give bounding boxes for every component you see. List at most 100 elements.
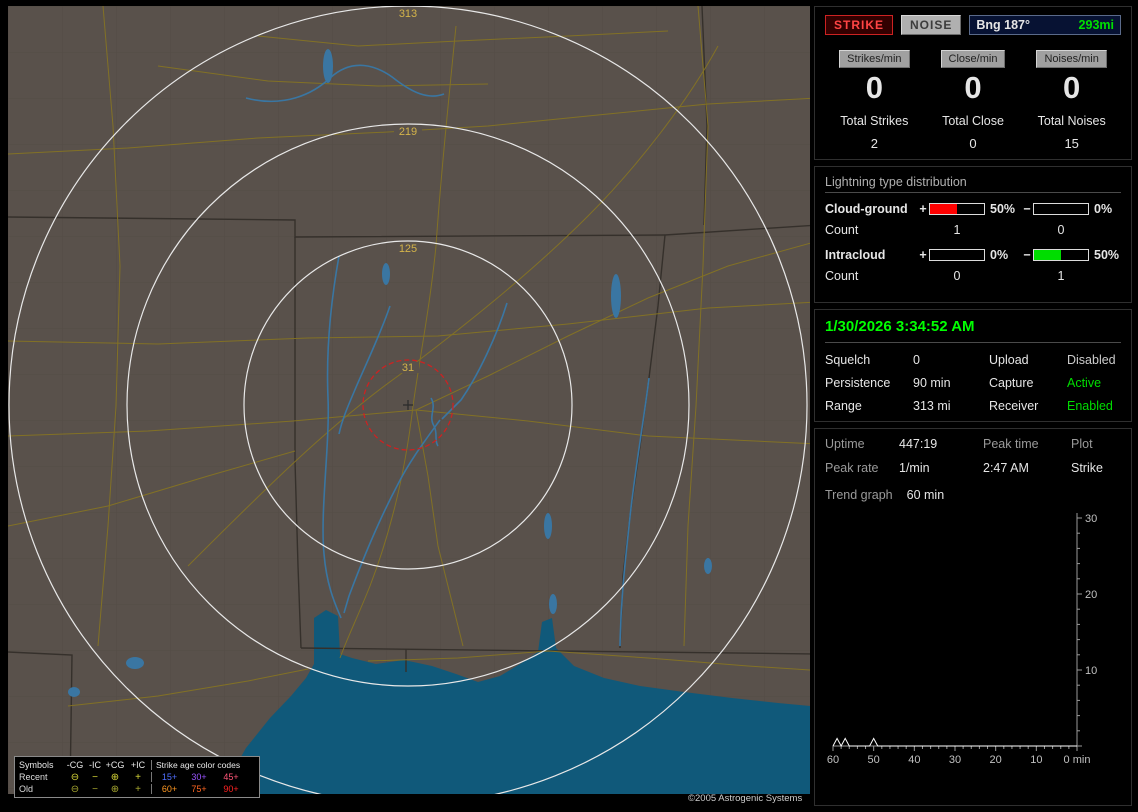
total-noises-value: 15 (1064, 135, 1079, 151)
age-badge-90: 90+ (223, 784, 239, 794)
age-badge-45: 45+ (223, 772, 239, 782)
status-panel: STRIKE NOISE Bng 187° 293mi Strikes/min … (814, 6, 1132, 806)
cloud-ground-label: Cloud-ground (825, 201, 908, 216)
squelch-label: Squelch (825, 352, 871, 367)
legend-col-neg-cg: -CG (66, 760, 84, 770)
ring-label-125: 125 (399, 243, 417, 255)
intracloud-neg-bar (1033, 248, 1089, 261)
total-close-value: 0 (969, 135, 977, 151)
legend-symbols-title: Symbols (19, 760, 54, 770)
legend-age-title: Strike age color codes (151, 760, 247, 770)
age-badge-75: 75+ (191, 784, 207, 794)
legend-col-pos-cg: +CG (105, 760, 125, 770)
svg-text:60: 60 (827, 754, 839, 766)
plus-sign: + (919, 247, 927, 262)
persistence-label: Persistence (825, 375, 891, 390)
strikes-per-min-button[interactable]: Strikes/min (839, 50, 910, 68)
svg-text:20: 20 (1085, 589, 1097, 601)
close-per-min-button[interactable]: Close/min (940, 50, 1006, 68)
intracloud-pos-pct: 0% (990, 247, 1009, 262)
pos-ic-recent-icon: + (135, 771, 141, 783)
squelch-value: 0 (913, 352, 920, 367)
total-strikes-label: Total Strikes (840, 113, 909, 128)
system-status-section: 1/30/2026 3:34:52 AM Squelch 0 Upload Di… (814, 308, 1132, 422)
intracloud-neg-pct: 50% (1094, 247, 1120, 262)
noises-per-min-button[interactable]: Noises/min (1036, 50, 1107, 68)
trend-graph: 60 50 40 30 20 10 0 min 10 20 30 (825, 510, 1121, 772)
plot-value: Strike (1071, 460, 1103, 475)
intracloud-pos-count: 0 (953, 268, 961, 283)
intracloud-count-row: Count 0 1 (825, 269, 1121, 283)
neg-ic-recent-icon: − (92, 771, 98, 783)
cloud-ground-pos-bar (929, 202, 985, 215)
minus-sign: − (1023, 201, 1031, 216)
noises-per-min-value: 0 (1063, 70, 1081, 105)
legend-col-neg-ic: -IC (89, 760, 101, 770)
cloud-ground-neg-bar (1033, 202, 1089, 215)
cloud-ground-row: Cloud-ground + 50% − 0% (825, 202, 1121, 216)
svg-text:50: 50 (868, 754, 880, 766)
count-label: Count (825, 268, 859, 283)
close-column: Close/min 0 Total Close 0 (924, 50, 1023, 151)
peak-time-value: 2:47 AM (983, 460, 1029, 475)
cloud-ground-neg-count: 0 (1057, 222, 1065, 237)
upload-status: Disabled (1067, 352, 1116, 367)
trend-graph-canvas: 60 50 40 30 20 10 0 min 10 20 30 (827, 512, 1097, 766)
map-legend: Symbols -CG -IC +CG +IC Strike age color… (14, 756, 260, 798)
neg-ic-old-icon: − (92, 783, 98, 795)
close-per-min-value: 0 (964, 70, 982, 105)
age-badge-60: 60+ (151, 784, 183, 794)
cloud-ground-neg-pct: 0% (1094, 201, 1113, 216)
strike-button[interactable]: STRIKE (825, 15, 894, 35)
copyright-text: ©2005 Astrogenic Systems (688, 793, 803, 804)
bearing-indicator: Bng 187° 293mi (969, 15, 1121, 35)
minus-sign: − (1023, 247, 1031, 262)
range-value: 313 mi (913, 398, 951, 413)
svg-text:20: 20 (990, 754, 1002, 766)
peak-rate-value: 1/min (899, 460, 930, 475)
svg-text:0 min: 0 min (1064, 754, 1091, 766)
uptime-label: Uptime (825, 436, 865, 451)
distribution-title: Lightning type distribution (825, 175, 1121, 193)
pos-ic-old-icon: + (135, 783, 141, 795)
capture-label: Capture (989, 375, 1034, 390)
legend-row-old-label: Old (19, 784, 34, 794)
total-noises-label: Total Noises (1037, 113, 1106, 128)
cloud-ground-pos-pct: 50% (990, 201, 1016, 216)
svg-text:10: 10 (1030, 754, 1042, 766)
bearing-label: Bng 187° (976, 18, 1030, 32)
capture-status: Active (1067, 375, 1102, 390)
legend-row-recent-label: Recent (19, 772, 48, 782)
svg-text:30: 30 (949, 754, 961, 766)
lightning-map[interactable]: 313 219 125 31 (8, 6, 810, 794)
cloud-ground-pos-count: 1 (953, 222, 961, 237)
svg-text:40: 40 (908, 754, 920, 766)
cloud-ground-count-row: Count 1 0 (825, 223, 1121, 237)
legend-col-pos-ic: +IC (130, 760, 146, 770)
noises-column: Noises/min 0 Total Noises 15 (1022, 50, 1121, 151)
plot-label: Plot (1071, 436, 1093, 451)
bearing-range: 293mi (1078, 18, 1114, 32)
intracloud-pos-bar (929, 248, 985, 261)
intracloud-row: Intracloud + 0% − 50% (825, 248, 1121, 262)
map-canvas: 313 219 125 31 (8, 6, 810, 794)
trend-window-value: 60 min (906, 487, 945, 502)
trend-graph-label: Trend graph (825, 487, 893, 502)
receiver-status: Enabled (1067, 398, 1113, 413)
svg-text:10: 10 (1085, 665, 1097, 677)
upload-label: Upload (989, 352, 1029, 367)
uptime-value: 447:19 (899, 436, 938, 451)
ring-label-31: 31 (402, 362, 414, 374)
total-strikes-value: 2 (870, 135, 878, 151)
neg-cg-old-icon: ⊖ (70, 783, 80, 795)
pos-cg-old-icon: ⊕ (110, 783, 120, 795)
strikes-per-min-value: 0 (865, 70, 883, 105)
range-label: Range (825, 398, 862, 413)
intracloud-neg-count: 1 (1057, 268, 1065, 283)
peak-time-label: Peak time (983, 436, 1039, 451)
ring-label-313: 313 (399, 8, 417, 20)
noise-button[interactable]: NOISE (901, 15, 962, 35)
persistence-value: 90 min (913, 375, 951, 390)
trend-section: Uptime 447:19 Peak time Plot Peak rate 1… (814, 427, 1132, 806)
svg-text:30: 30 (1085, 513, 1097, 525)
